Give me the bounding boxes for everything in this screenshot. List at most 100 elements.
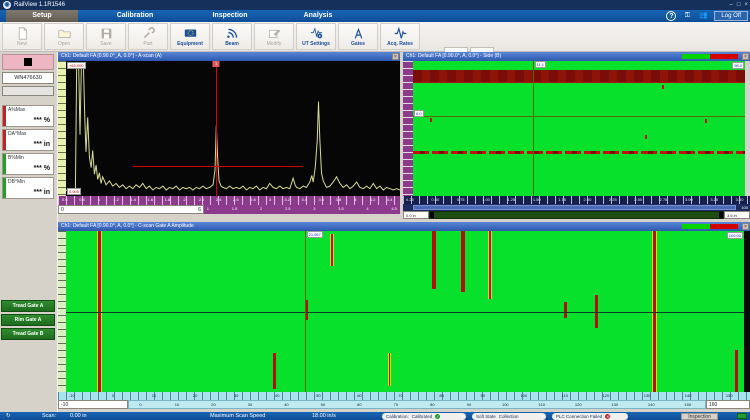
bscan-x-axis: 0.250.500.751.001.251.501.752.002.252.50… xyxy=(403,196,750,204)
users-icon[interactable]: 👥 xyxy=(698,11,708,21)
ascan-plot[interactable]: 1 +63.000 0.000 xyxy=(66,61,400,196)
acq-rates-button[interactable]: Acq. Rates xyxy=(380,23,420,50)
measurement-value: *** % xyxy=(34,165,50,172)
axis-tick-label: 20 xyxy=(211,402,215,407)
measurement-label: DB°Min xyxy=(8,179,25,185)
bscan-range-track[interactable] xyxy=(429,211,724,219)
toolbar-button-label: Gates xyxy=(351,41,365,47)
open-button[interactable]: Open xyxy=(44,23,84,50)
tab-setup[interactable]: Setup xyxy=(6,10,78,22)
ut-settings-button[interactable]: UT Settings xyxy=(296,23,336,50)
axis-tick-label: 80 xyxy=(439,393,443,398)
status-pill-label: Calibration: xyxy=(386,413,409,420)
range-handle-right[interactable] xyxy=(719,212,723,218)
tread-gate-a-button[interactable]: Tread Gate A xyxy=(1,300,55,312)
axis-tick-label: 100 xyxy=(502,402,509,407)
toolbar-button-label: Beam xyxy=(225,41,239,47)
cscan-header[interactable]: Ch1: Default FA [0.90.0°, A, 0.0°] - C-s… xyxy=(58,222,750,231)
toolbar-button-label: Part xyxy=(143,41,152,47)
tab-analysis[interactable]: Analysis xyxy=(286,10,350,22)
modify-button[interactable]: Modify xyxy=(254,23,294,50)
inspection-status-button[interactable]: Inspection xyxy=(681,413,718,420)
axis-tick-label: 0.25 xyxy=(406,197,414,202)
axis-tick-label: 2.4 xyxy=(216,197,222,202)
ascan-range-slider[interactable]: 0 6 11.522.533.544.5 xyxy=(58,205,400,214)
legend-green xyxy=(682,224,710,229)
gate-a-line[interactable] xyxy=(133,166,303,167)
color-swatch[interactable] xyxy=(2,54,54,70)
ascan-cursor[interactable] xyxy=(216,61,217,196)
bscan-header[interactable]: Ch1: Default FA [0.90.0°, A, 0.0°] - Sid… xyxy=(403,52,750,61)
bscan-scroll-thumb[interactable] xyxy=(413,205,736,210)
minimize-icon[interactable]: – xyxy=(730,0,733,10)
cscan-cursor-vertical[interactable] xyxy=(305,231,306,392)
ut-settings-icon xyxy=(310,27,323,40)
close-icon[interactable]: × xyxy=(392,53,399,60)
toolbar-buttons: NewOpenSave Part Equipment Beam ModifyUT Set… xyxy=(2,23,420,50)
tab-label: Inspection xyxy=(212,12,247,19)
status-pill-calibration-: Calibration:Calibrated✓ xyxy=(382,413,466,420)
axis-tick-label: 2.75 xyxy=(660,197,668,202)
ascan-header[interactable]: Ch1: Default FA [0.90.0°_A, 0.0°] - A-sc… xyxy=(58,52,400,61)
measurement-damax: DA°Max*** in xyxy=(2,129,54,151)
axis-tick-label: 1 xyxy=(98,197,100,202)
bscan-cursor-vertical[interactable] xyxy=(533,61,534,196)
ascan-slider-bar[interactable]: 11.522.533.544.5 xyxy=(204,205,400,214)
equipment-icon xyxy=(184,27,197,40)
ascan-slider-cell[interactable]: 0 6 xyxy=(58,205,204,214)
axis-tick-label: 4.2 xyxy=(370,197,376,202)
axis-tick-label: 0.6 xyxy=(62,197,68,202)
axis-tick-label: 80 xyxy=(430,402,434,407)
axis-tick-label: 3.6 xyxy=(319,197,325,202)
cscan-cursor-horizontal[interactable] xyxy=(66,312,744,313)
cscan-slider-bar[interactable]: 0102030405060708090100110120130140150 xyxy=(128,400,706,409)
measurement-value: *** in xyxy=(34,189,50,196)
range-handle-left[interactable] xyxy=(430,212,434,218)
bscan-cursor-label: 11.1 xyxy=(535,61,547,68)
bscan-range-bar[interactable]: 0.0 in 3.6 in xyxy=(403,211,750,219)
cscan-slider-max: 160 xyxy=(706,400,750,409)
help-icon[interactable]: ? xyxy=(666,11,676,21)
measurement-amax: A%Max*** % xyxy=(2,105,54,127)
close-icon[interactable]: × xyxy=(742,53,749,60)
axis-tick-label: 2 xyxy=(260,206,262,211)
axis-tick-label: 4.5 xyxy=(391,206,397,211)
rim-gate-a-button[interactable]: Rim Gate A xyxy=(1,314,55,326)
log-off-button[interactable]: Log Off xyxy=(714,11,748,21)
equipment-button[interactable]: Equipment xyxy=(170,23,210,50)
status-pill-label: PLC Connection Failed xyxy=(556,413,602,420)
bscan-cursor-horizontal[interactable] xyxy=(413,116,745,117)
bscan-scrollbar[interactable]: 100 xyxy=(403,204,750,211)
close-icon[interactable]: × xyxy=(744,0,748,10)
axis-tick-label: 0.75 xyxy=(457,197,465,202)
empty-field[interactable] xyxy=(2,86,54,96)
app-window: ◉ RailView 1.1R1546 –□× Setup Calibratio… xyxy=(0,0,750,420)
beam-button[interactable]: Beam xyxy=(212,23,252,50)
save-button[interactable]: Save xyxy=(86,23,126,50)
axis-tick-label: 4 xyxy=(354,197,356,202)
cscan-plot[interactable]: 21.957 100.00 xyxy=(66,231,744,392)
close-icon[interactable]: × xyxy=(742,223,749,230)
axis-tick-label: 1.00 xyxy=(482,197,490,202)
part-button[interactable]: Part xyxy=(128,23,168,50)
key-icon[interactable]: ⚿ xyxy=(682,11,692,21)
refresh-icon[interactable]: ↻ xyxy=(6,412,11,420)
axis-tick-label: 10 xyxy=(152,393,156,398)
tab-inspection[interactable]: Inspection xyxy=(192,10,268,22)
measurement-bmin: B%Min*** % xyxy=(2,153,54,175)
part-id-field[interactable]: WN476630 xyxy=(2,72,54,84)
tab-calibration[interactable]: Calibration xyxy=(95,10,175,22)
tread-gate-b-button[interactable]: Tread Gate B xyxy=(1,328,55,340)
bscan-backwall-noise-line xyxy=(413,151,745,154)
maximize-icon[interactable]: □ xyxy=(737,0,741,10)
axis-tick-label: 3 xyxy=(269,197,271,202)
bscan-plot[interactable]: 11.1 0.0 98.0 xyxy=(413,61,745,196)
new-button[interactable]: New xyxy=(2,23,42,50)
log-off-label: Log Off xyxy=(721,13,741,19)
axis-tick-label: 1.8 xyxy=(165,197,171,202)
cscan-y-axis xyxy=(58,231,66,392)
cscan-range-slider[interactable]: -10 010203040506070809010011012013014015… xyxy=(58,400,750,409)
bscan-hcursor-label: 0.0 xyxy=(414,110,424,117)
gate-marker[interactable]: 1 xyxy=(213,61,220,67)
gates-button[interactable]: Gates xyxy=(338,23,378,50)
